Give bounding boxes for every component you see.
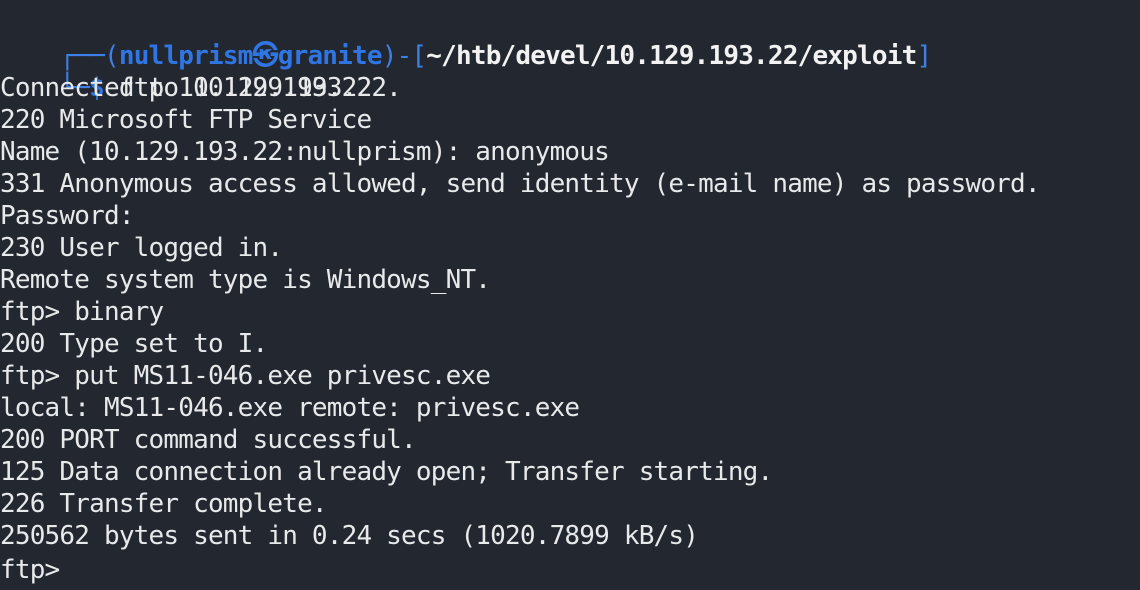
prompt-user: nullprism bbox=[118, 41, 253, 71]
output-line: 250562 bytes sent in 0.24 secs (1020.789… bbox=[0, 521, 699, 551]
prompt-host: granite bbox=[277, 41, 383, 71]
output-line: 220 Microsoft FTP Service bbox=[0, 105, 372, 135]
output-line: Name (10.129.193.22:nullprism): anonymou… bbox=[0, 137, 610, 167]
ftp-prompt: ftp> bbox=[0, 555, 75, 585]
prompt-line-top: ┌──(nullprism㉿granite)-[~/htb/devel/10.1… bbox=[0, 8, 1140, 71]
output-line: 200 Type set to I. bbox=[0, 329, 268, 359]
output-line: 331 Anonymous access allowed, send ident… bbox=[0, 169, 1041, 199]
output-line: 226 Transfer complete. bbox=[0, 489, 328, 519]
prompt-path: ~/htb/devel/10.129.193.22/exploit bbox=[426, 41, 917, 71]
cursor bbox=[74, 552, 75, 578]
prompt-separator-icon: ㉿ bbox=[252, 41, 279, 71]
prompt-box-top: ┌──( bbox=[59, 41, 119, 71]
output-line: ftp> binary bbox=[0, 297, 164, 327]
terminal-window[interactable]: ┌──(nullprism㉿granite)-[~/htb/devel/10.1… bbox=[0, 0, 1140, 590]
output-line: 200 PORT command successful. bbox=[0, 425, 417, 455]
ftp-prompt-input-line[interactable]: ftp> bbox=[0, 552, 1140, 585]
output-line: local: MS11-046.exe remote: privesc.exe bbox=[0, 393, 580, 423]
output-line: 230 User logged in. bbox=[0, 233, 283, 263]
prompt-path-close: ] bbox=[916, 41, 932, 71]
output-line: Password: bbox=[0, 201, 134, 231]
output-line: 125 Data connection already open; Transf… bbox=[0, 457, 773, 487]
output-line: ftp> put MS11-046.exe privesc.exe bbox=[0, 361, 491, 391]
prompt-close: )-[ bbox=[381, 41, 427, 71]
output-line: Remote system type is Windows_NT. bbox=[0, 265, 491, 295]
output-line: Connected to 10.129.193.22. bbox=[0, 73, 402, 103]
